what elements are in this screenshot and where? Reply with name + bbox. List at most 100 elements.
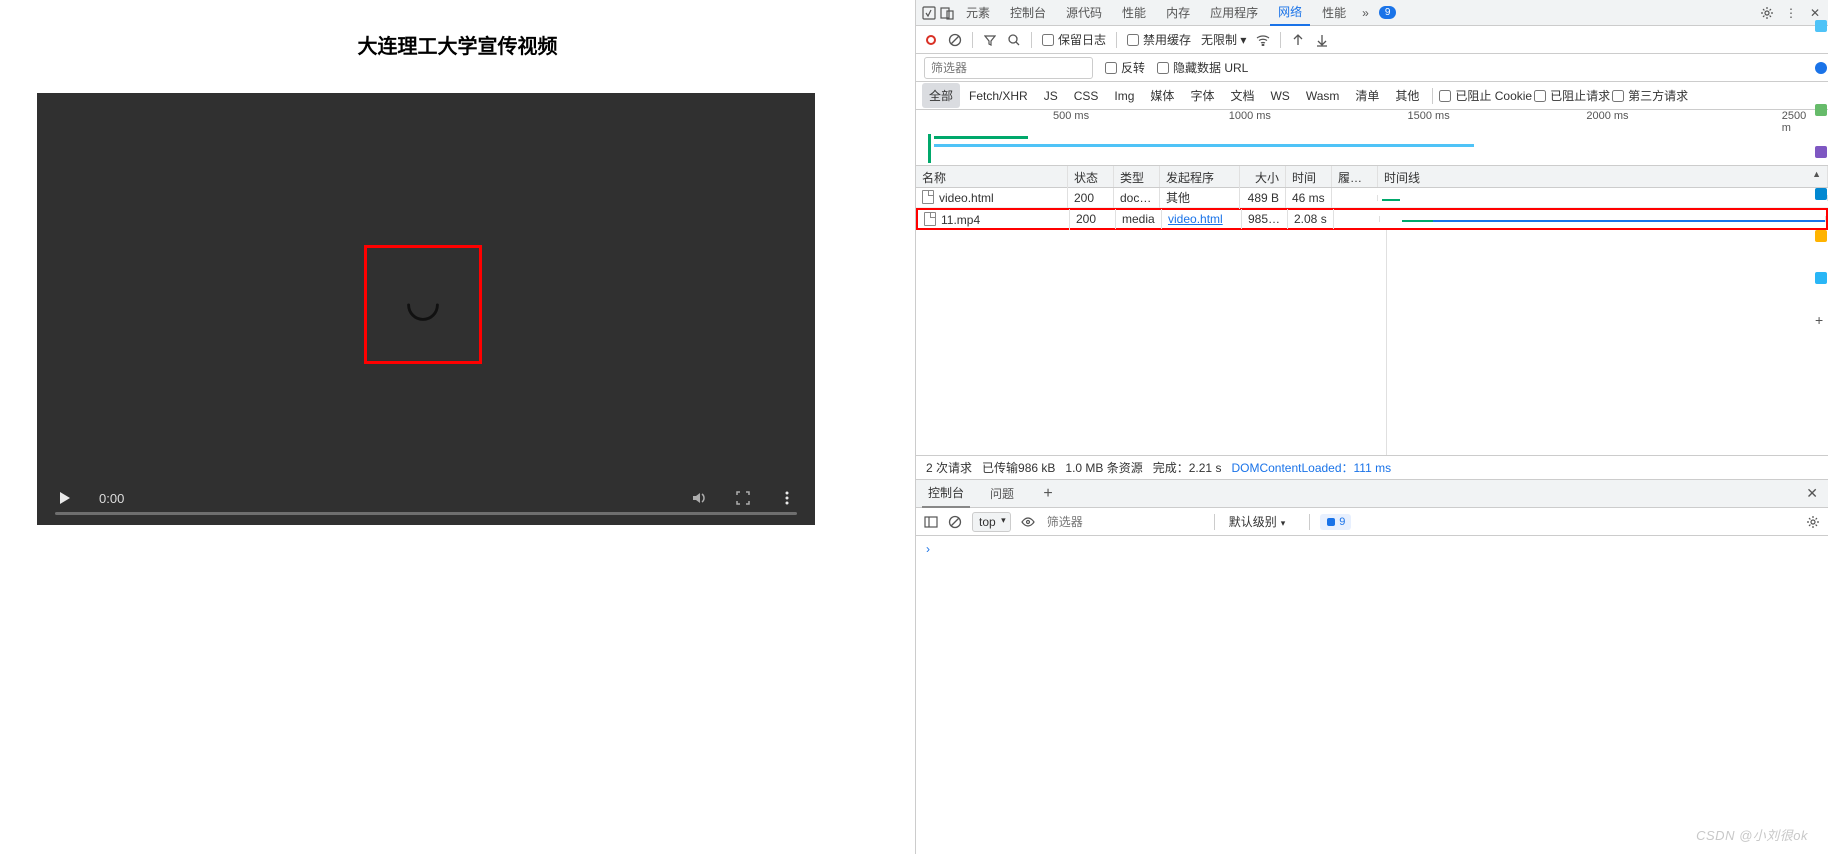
type-doc[interactable]: 文档 <box>1223 83 1261 108</box>
console-level-select[interactable]: 默认级别 <box>1225 511 1300 532</box>
col-initiator[interactable]: 发起程序 <box>1160 166 1240 187</box>
summary-requests: 2 次请求 <box>926 459 972 476</box>
type-media[interactable]: 媒体 <box>1143 83 1181 108</box>
devtools-main-tabs: 元素 控制台 源代码 性能 内存 应用程序 网络 性能 » 9 ⋮ ✕ <box>916 0 1828 26</box>
search-icon[interactable] <box>1007 33 1021 47</box>
throttle-select[interactable]: 无限制 ▾ <box>1201 31 1246 48</box>
console-filter-input[interactable] <box>1045 513 1204 531</box>
col-fulfiller[interactable]: 履行者 <box>1332 166 1378 187</box>
col-time[interactable]: 时间 <box>1286 166 1332 187</box>
type-ws[interactable]: WS <box>1263 85 1296 107</box>
annotation-highlight-spinner <box>364 245 482 364</box>
inspect-icon[interactable] <box>922 6 936 20</box>
sidebar-icon-4[interactable] <box>1815 146 1827 158</box>
blocked-cookies-checkbox[interactable]: 已阻止 Cookie <box>1439 87 1532 104</box>
type-font[interactable]: 字体 <box>1183 83 1221 108</box>
more-options-button[interactable] <box>777 488 797 508</box>
network-filter-input[interactable] <box>924 57 1093 79</box>
console-sidebar-toggle-icon[interactable] <box>924 515 938 529</box>
summary-resources: 1.0 MB 条资源 <box>1065 459 1142 476</box>
filter-toggle-icon[interactable] <box>983 33 997 47</box>
col-status[interactable]: 状态 <box>1068 166 1114 187</box>
tab-application[interactable]: 应用程序 <box>1202 0 1266 25</box>
devtools-panel: 元素 控制台 源代码 性能 内存 应用程序 网络 性能 » 9 ⋮ ✕ 保留日志… <box>915 0 1828 854</box>
network-table: 名称 状态 类型 发起程序 大小 时间 履行者 时间线▲ video.html2… <box>916 166 1828 230</box>
type-img[interactable]: Img <box>1107 85 1141 107</box>
video-player[interactable]: 0:00 <box>37 93 815 525</box>
type-fetch[interactable]: Fetch/XHR <box>962 85 1035 107</box>
devtools-menu-icon[interactable]: ⋮ <box>1784 6 1798 20</box>
devtools-close-icon[interactable]: ✕ <box>1808 6 1822 20</box>
type-css[interactable]: CSS <box>1067 85 1106 107</box>
tab-elements[interactable]: 元素 <box>958 0 998 25</box>
devtools-settings-icon[interactable] <box>1760 6 1774 20</box>
third-party-checkbox[interactable]: 第三方请求 <box>1612 87 1688 104</box>
network-toolbar: 保留日志 禁用缓存 无限制 ▾ <box>916 26 1828 54</box>
console-issues-badge[interactable]: 9 <box>1320 514 1351 530</box>
type-manifest[interactable]: 清单 <box>1348 83 1386 108</box>
table-row[interactable]: video.html200docu...其他489 B46 ms <box>916 188 1828 208</box>
disable-cache-checkbox[interactable]: 禁用缓存 <box>1127 31 1191 48</box>
eye-icon[interactable] <box>1021 515 1035 529</box>
network-timeline-overview[interactable]: 500 ms 1000 ms 1500 ms 2000 ms 2500 m <box>916 110 1828 166</box>
browser-page: 大连理工大学宣传视频 0:00 <box>0 0 915 854</box>
wifi-icon[interactable] <box>1256 33 1270 47</box>
preserve-log-checkbox[interactable]: 保留日志 <box>1042 31 1106 48</box>
video-current-time: 0:00 <box>99 491 124 506</box>
tick-1000: 1000 ms <box>1229 110 1271 122</box>
volume-button[interactable] <box>689 488 709 508</box>
record-button[interactable] <box>924 33 938 47</box>
sidebar-icon-5[interactable] <box>1815 188 1827 200</box>
sidebar-icon-add[interactable]: + <box>1815 314 1827 326</box>
network-type-filters: 全部 Fetch/XHR JS CSS Img 媒体 字体 文档 WS Wasm… <box>916 82 1828 110</box>
type-wasm[interactable]: Wasm <box>1299 85 1347 107</box>
sidebar-icon-2[interactable] <box>1815 62 1827 74</box>
sidebar-icon-1[interactable] <box>1815 20 1827 32</box>
console-settings-icon[interactable] <box>1806 515 1820 529</box>
sidebar-icon-6[interactable] <box>1815 230 1827 242</box>
console-context-select[interactable]: top <box>972 512 1011 532</box>
type-other[interactable]: 其他 <box>1388 83 1426 108</box>
play-button[interactable] <box>55 488 75 508</box>
console-clear-icon[interactable] <box>948 515 962 529</box>
add-drawer-tab-icon[interactable]: + <box>1038 484 1058 504</box>
device-toggle-icon[interactable] <box>940 6 954 20</box>
sidebar-icon-3[interactable] <box>1815 104 1827 116</box>
blocked-requests-checkbox[interactable]: 已阻止请求 <box>1534 87 1610 104</box>
table-row[interactable]: 11.mp4200mediavideo.html985 kB2.08 s <box>916 208 1828 230</box>
col-waterfall[interactable]: 时间线▲ <box>1378 166 1828 187</box>
video-progress-bar[interactable] <box>55 512 797 515</box>
type-all[interactable]: 全部 <box>922 83 960 108</box>
sidebar-icon-7[interactable] <box>1815 272 1827 284</box>
console-toolbar: top 默认级别 9 <box>916 508 1828 536</box>
col-type[interactable]: 类型 <box>1114 166 1160 187</box>
tab-network[interactable]: 网络 <box>1270 0 1310 26</box>
upload-icon[interactable] <box>1291 33 1305 47</box>
issues-tab[interactable]: 问题 <box>984 480 1020 507</box>
tab-console[interactable]: 控制台 <box>1002 0 1054 25</box>
tab-memory[interactable]: 内存 <box>1158 0 1198 25</box>
console-body[interactable]: › <box>916 536 1828 854</box>
console-drawer-tabs: 控制台 问题 + ✕ <box>916 480 1828 508</box>
close-drawer-icon[interactable]: ✕ <box>1802 481 1822 506</box>
loading-spinner-icon <box>399 281 447 329</box>
tab-sources[interactable]: 源代码 <box>1058 0 1110 25</box>
clear-button[interactable] <box>948 33 962 47</box>
col-name[interactable]: 名称 <box>916 166 1068 187</box>
network-summary: 2 次请求 已传输986 kB 1.0 MB 条资源 完成：2.21 s DOM… <box>916 456 1828 480</box>
more-tabs-icon[interactable]: » <box>1358 6 1373 20</box>
page-title: 大连理工大学宣传视频 <box>0 30 915 59</box>
hide-data-url-checkbox[interactable]: 隐藏数据 URL <box>1157 59 1248 76</box>
invert-checkbox[interactable]: 反转 <box>1105 59 1145 76</box>
download-icon[interactable] <box>1315 33 1329 47</box>
tab-performance2[interactable]: 性能 <box>1314 0 1354 25</box>
tab-performance[interactable]: 性能 <box>1114 0 1154 25</box>
watermark: CSDN @小刘很ok <box>1696 825 1808 844</box>
type-js[interactable]: JS <box>1037 85 1065 107</box>
console-tab[interactable]: 控制台 <box>922 479 970 508</box>
tick-500: 500 ms <box>1053 110 1089 122</box>
summary-finish: 完成：2.21 s <box>1153 459 1222 476</box>
col-size[interactable]: 大小 <box>1240 166 1286 187</box>
fullscreen-button[interactable] <box>733 488 753 508</box>
issues-badge[interactable]: 9 <box>1379 6 1397 19</box>
